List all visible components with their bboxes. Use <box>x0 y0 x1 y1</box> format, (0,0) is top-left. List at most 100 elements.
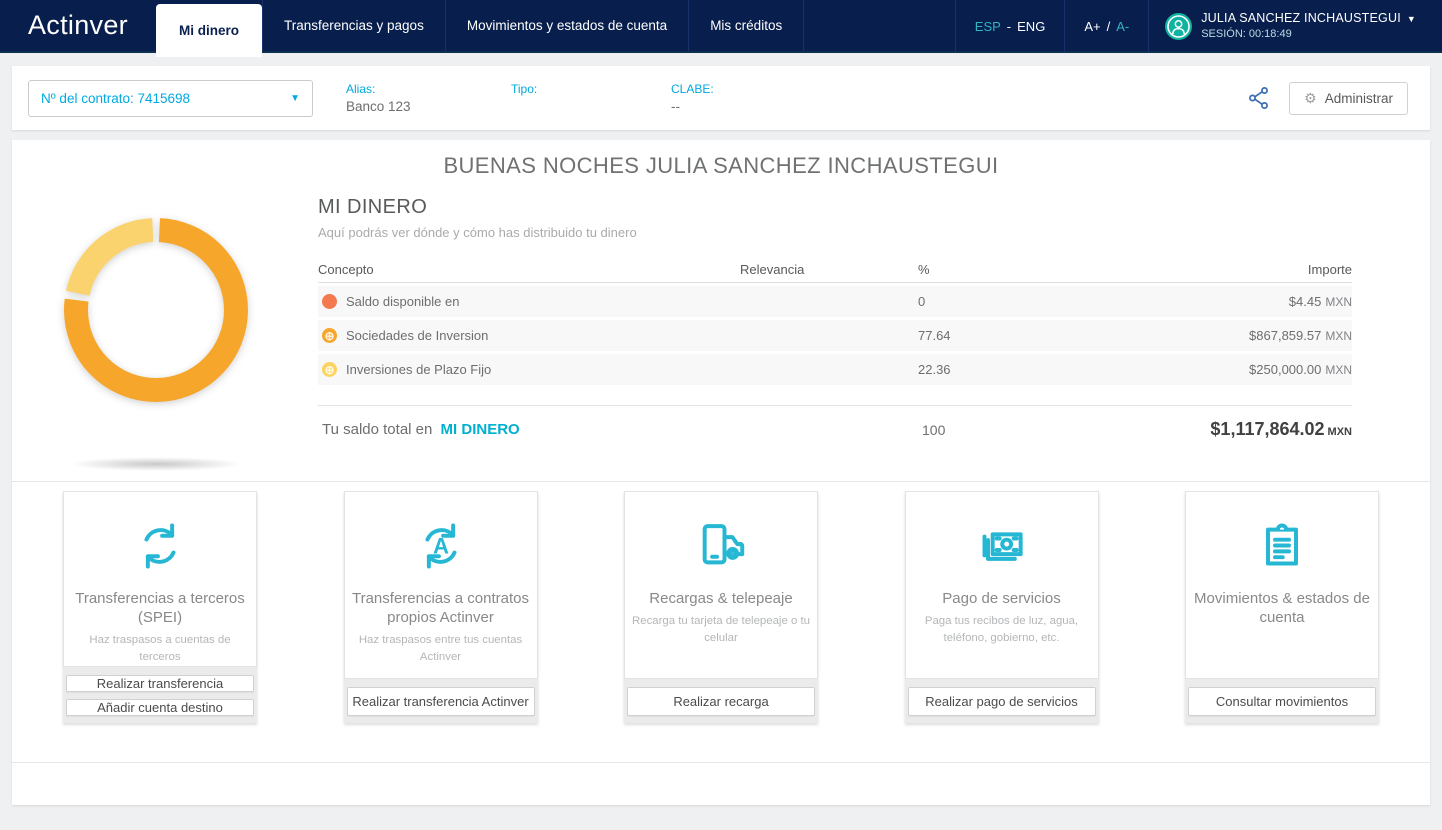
card-title: Movimientos & estados de cuenta <box>1194 590 1370 626</box>
realizar-transferencia-actinver-button[interactable]: Realizar transferencia Actinver <box>346 687 535 716</box>
row-concepto: Inversiones de Plazo Fijo <box>346 362 492 377</box>
clipboard-icon <box>1191 516 1373 576</box>
row-pct: 22.36 <box>918 362 951 377</box>
card-body: Recargas & telepeaje Recarga tu tarjeta … <box>624 491 818 679</box>
card-pago-servicios: Pago de servicios Paga tus recibos de lu… <box>904 491 1099 723</box>
row-importe: $867,859.57 <box>1249 328 1322 343</box>
header-importe: Importe <box>1307 261 1352 277</box>
phone-car-icon <box>630 516 812 576</box>
administrar-label: Administrar <box>1324 90 1393 106</box>
share-icon[interactable] <box>1247 85 1271 111</box>
clabe-field: CLABE: -- <box>671 82 714 115</box>
donut-chart <box>56 210 256 415</box>
money-bills-icon <box>911 516 1093 576</box>
row-concepto: Sociedades de Inversion <box>346 328 489 343</box>
card-subtitle: Paga tus recibos de luz, agua, teléfono,… <box>924 614 1079 644</box>
card-body: Movimientos & estados de cuenta <box>1185 491 1379 679</box>
actinver-logo[interactable]: Actinver <box>28 10 156 51</box>
realizar-pago-servicios-button[interactable]: Realizar pago de servicios <box>907 687 1096 716</box>
contract-select[interactable]: Nº del contrato: 7415698 ▼ <box>28 79 313 117</box>
header-relevancia: Relevancia <box>740 261 805 277</box>
sociedades-coin-icon: ⊕ <box>322 328 337 343</box>
svg-text:A: A <box>432 534 448 559</box>
table-row: Saldo disponible en 0 $4.45 MXN <box>318 286 1352 317</box>
card-subtitle: Haz traspasos entre tus cuentas Actinver <box>358 633 523 663</box>
realizar-recarga-button[interactable]: Realizar recarga <box>627 687 815 716</box>
realizar-transferencia-button[interactable]: Realizar transferencia <box>66 674 254 692</box>
user-info: JULIA SANCHEZ INCHAUSTEGUI ▼ SESIÓN: 00:… <box>1201 11 1416 41</box>
user-name: JULIA SANCHEZ INCHAUSTEGUI <box>1201 11 1401 26</box>
card-title: Transferencias a terceros (SPEI) <box>75 590 245 626</box>
row-currency: MXN <box>1325 295 1352 309</box>
nav-right-group: ESP - ENG A+ / A- JULIA SANCHEZ INCHAUST… <box>954 0 1442 53</box>
lang-divider: - <box>1006 19 1012 34</box>
main-panel: BUENAS NOCHES JULIA SANCHEZ INCHAUSTEGUI… <box>12 140 1430 805</box>
chevron-down-icon[interactable]: ▼ <box>1407 14 1416 25</box>
card-subtitle: Recarga tu tarjeta de telepeaje o tu cel… <box>632 614 810 644</box>
card-body: Pago de servicios Paga tus recibos de lu… <box>904 491 1099 679</box>
card-transferencias-actinver: A Transferencias a contratos propios Act… <box>343 491 538 723</box>
total-currency: MXN <box>1327 426 1352 438</box>
card-movimientos-estados: Movimientos & estados de cuenta Consulta… <box>1185 491 1379 723</box>
contract-bar: Nº del contrato: 7415698 ▼ Alias: Banco … <box>12 66 1430 130</box>
tipo-field: Tipo: <box>511 82 638 115</box>
tab-mis-creditos[interactable]: Mis créditos <box>688 0 805 51</box>
fontsize-divider: / <box>1106 19 1111 34</box>
header-concepto: Concepto <box>318 261 374 277</box>
font-increase[interactable]: A+ <box>1084 19 1100 34</box>
clabe-value: -- <box>671 98 680 114</box>
row-importe: $250,000.00 <box>1249 362 1322 377</box>
font-decrease[interactable]: A- <box>1116 19 1129 34</box>
card-title: Transferencias a contratos propios Actin… <box>351 590 530 626</box>
top-navigation: Actinver Mi dinero Transferencias y pago… <box>0 0 1442 57</box>
card-transferencias-terceros: Transferencias a terceros (SPEI) Haz tra… <box>63 491 257 723</box>
donut-chart-area <box>12 185 318 481</box>
tipo-label: Tipo: <box>511 81 538 96</box>
alias-field: Alias: Banco 123 <box>346 82 478 115</box>
section-title: MI DINERO <box>318 196 428 218</box>
language-toggle[interactable]: ESP - ENG <box>954 0 1065 53</box>
tab-transferencias-y-pagos[interactable]: Transferencias y pagos <box>262 0 445 51</box>
anadir-cuenta-destino-button[interactable]: Añadir cuenta destino <box>66 698 254 716</box>
section-subtitle: Aquí podrás ver dónde y cómo has distrib… <box>318 225 637 240</box>
consultar-movimientos-button[interactable]: Consultar movimientos <box>1188 687 1376 716</box>
user-avatar[interactable] <box>1165 13 1193 40</box>
total-amount: $1,117,864.02 <box>1210 419 1325 439</box>
total-row: Tu saldo total en MI DINERO 100 $1,117,8… <box>318 406 1352 440</box>
card-subtitle: Haz traspasos a cuentas de terceros <box>89 633 231 663</box>
font-size-toggle[interactable]: A+ / A- <box>1064 0 1148 53</box>
lang-esp[interactable]: ESP <box>975 19 1001 34</box>
mi-dinero-content: MI DINERO Aquí podrás ver dónde y cómo h… <box>318 185 1430 481</box>
alias-value: Banco 123 <box>346 98 411 114</box>
nav-tabs: Mi dinero Transferencias y pagos Movimie… <box>156 0 805 57</box>
lang-eng[interactable]: ENG <box>1017 19 1045 34</box>
total-prefix: Tu saldo total en <box>322 421 433 438</box>
administrar-button[interactable]: ⚙ Administrar <box>1289 81 1408 115</box>
card-recargas-telepeaje: Recargas & telepeaje Recarga tu tarjeta … <box>624 491 818 723</box>
row-concepto: Saldo disponible en <box>346 294 460 309</box>
plazo-fijo-coin-icon: ⊕ <box>322 362 337 377</box>
table-header: Concepto Relevancia % Importe <box>318 256 1352 283</box>
row-pct: 0 <box>918 294 926 309</box>
card-body: Transferencias a terceros (SPEI) Haz tra… <box>63 491 257 667</box>
session-timer: SESIÓN: 00:18:49 <box>1201 27 1292 40</box>
action-cards: Transferencias a terceros (SPEI) Haz tra… <box>12 481 1430 723</box>
bottom-divider <box>12 762 1430 763</box>
chevron-down-icon: ▼ <box>290 92 300 104</box>
clabe-label: CLABE: <box>671 81 714 96</box>
money-table: Concepto Relevancia % Importe Saldo disp… <box>318 256 1352 440</box>
mi-dinero-section: MI DINERO Aquí podrás ver dónde y cómo h… <box>12 185 1430 481</box>
contract-actions: ⚙ Administrar <box>1247 81 1430 115</box>
card-title: Recargas & telepeaje <box>649 590 793 607</box>
alias-label: Alias: <box>346 81 376 96</box>
row-currency: MXN <box>1325 363 1352 377</box>
mi-dinero-link[interactable]: MI DINERO <box>441 421 520 438</box>
table-row: ⊕ Sociedades de Inversion 77.64 $867,859… <box>318 320 1352 351</box>
card-body: A Transferencias a contratos propios Act… <box>343 491 538 679</box>
user-menu[interactable]: JULIA SANCHEZ INCHAUSTEGUI ▼ SESIÓN: 00:… <box>1148 0 1442 53</box>
header-pct: % <box>918 261 930 277</box>
saldo-disponible-dot-icon <box>322 294 337 309</box>
tab-mi-dinero[interactable]: Mi dinero <box>156 4 262 57</box>
transfer-arrows-a-icon: A <box>350 516 532 576</box>
tab-movimientos-y-estados[interactable]: Movimientos y estados de cuenta <box>444 0 688 51</box>
